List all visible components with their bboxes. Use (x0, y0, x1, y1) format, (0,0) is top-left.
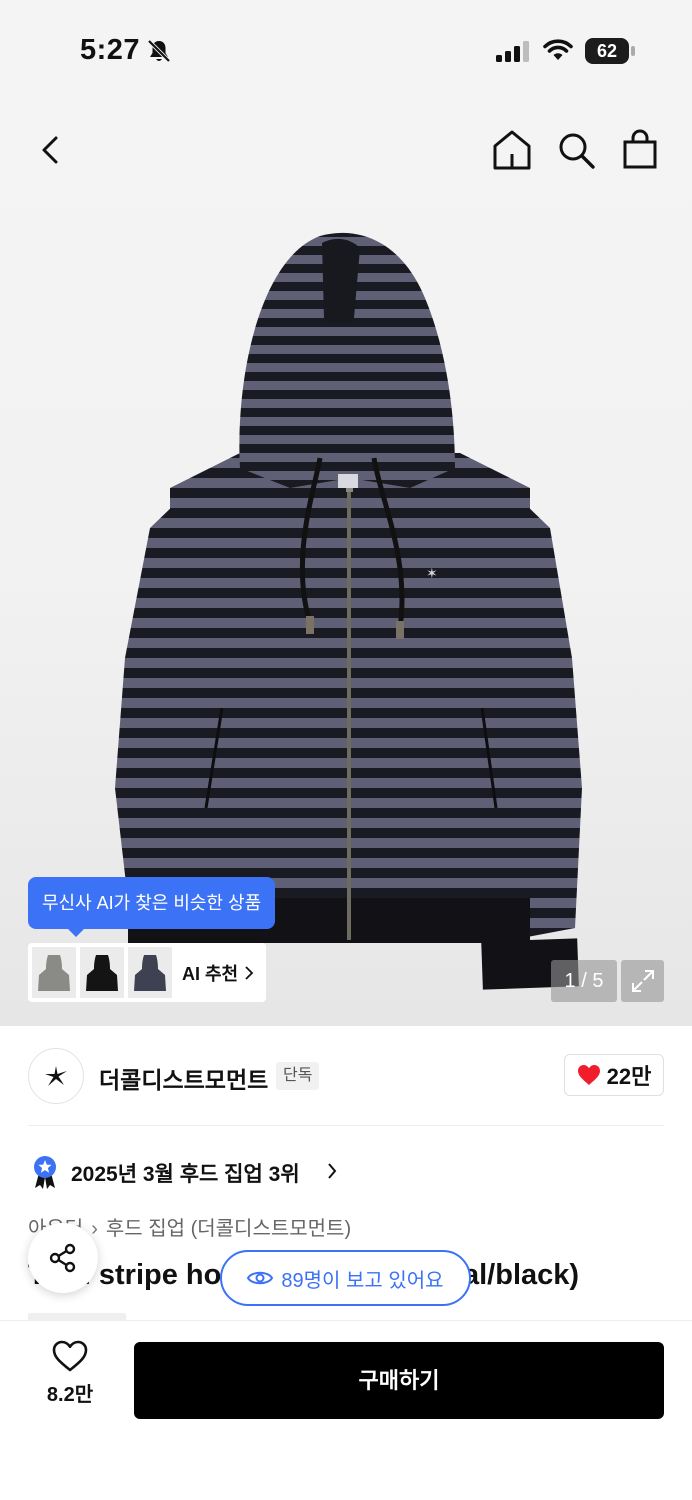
expand-image-button[interactable] (621, 960, 664, 1002)
divider (28, 1125, 664, 1126)
ranking-badge-icon (34, 1156, 56, 1189)
home-icon[interactable] (491, 128, 533, 172)
heart-outline-icon (52, 1340, 88, 1372)
viewers-count-pill: 89명이 보고 있어요 (220, 1250, 471, 1306)
wifi-icon (543, 39, 573, 60)
brand-star-logo-icon (45, 1066, 67, 1086)
gray-hoodie-icon (38, 954, 70, 991)
expand-icon (631, 970, 654, 992)
brand-name[interactable]: 더콜디스트모먼트 (99, 1061, 268, 1095)
heart-filled-icon (577, 1065, 600, 1085)
brand-like-count: 22만 (606, 1064, 652, 1089)
bell-off-icon (147, 39, 171, 63)
ai-thumbnail-gray-hoodie[interactable] (32, 947, 76, 998)
ai-recommend-label: AI 추천 (182, 963, 239, 984)
product-image-gallery[interactable]: 5:27 62 ✶ 무신사 AI가 찾은 비슷한 상품 AI 추천 1 / 5 (0, 0, 692, 1026)
brand-like-button[interactable]: 22만 (564, 1054, 664, 1096)
navy-hoodie-icon (134, 954, 166, 991)
chevron-right-icon (328, 1163, 337, 1179)
wishlist-button[interactable]: 8.2만 (28, 1340, 112, 1420)
buy-button[interactable]: 구매하기 (134, 1342, 664, 1419)
eye-icon (247, 1271, 274, 1285)
brand-logo[interactable] (28, 1048, 84, 1104)
chevron-right-icon (245, 965, 254, 980)
battery-level: 62 (585, 38, 629, 64)
svg-text:✶: ✶ (426, 566, 438, 582)
black-hoodie-icon (86, 954, 118, 991)
viewers-count-text: 89명이 보고 있어요 (281, 1269, 444, 1292)
ai-thumbnail-black-hoodie[interactable] (80, 947, 124, 998)
ranking-text[interactable]: 2025년 3월 후드 집업 3위 (71, 1158, 300, 1188)
ai-recommend-button[interactable]: AI 추천 (28, 943, 266, 1002)
search-icon[interactable] (556, 130, 596, 170)
image-page-counter: 1 / 5 (551, 960, 617, 1002)
wishlist-count: 8.2만 (46, 1384, 94, 1406)
share-button[interactable] (28, 1223, 98, 1293)
exclusive-badge: 단독 (276, 1062, 320, 1090)
breadcrumb-subcategory[interactable]: 후드 집업 (더콜디스트모먼트) (106, 1218, 351, 1240)
back-arrow-icon[interactable] (32, 130, 68, 170)
ai-similar-products-tooltip[interactable]: 무신사 AI가 찾은 비슷한 상품 (28, 877, 276, 937)
shopping-bag-icon[interactable] (620, 128, 660, 170)
share-icon (49, 1243, 76, 1273)
battery-indicator: 62 (585, 38, 635, 64)
cellular-signal-icon (496, 41, 529, 62)
ai-thumbnail-navy-hoodie[interactable] (128, 947, 172, 998)
battery-cap (631, 46, 635, 56)
status-bar: 5:27 62 (0, 0, 692, 100)
status-time: 5:27 (80, 34, 141, 66)
breadcrumb-separator-icon: › (91, 1218, 98, 1240)
